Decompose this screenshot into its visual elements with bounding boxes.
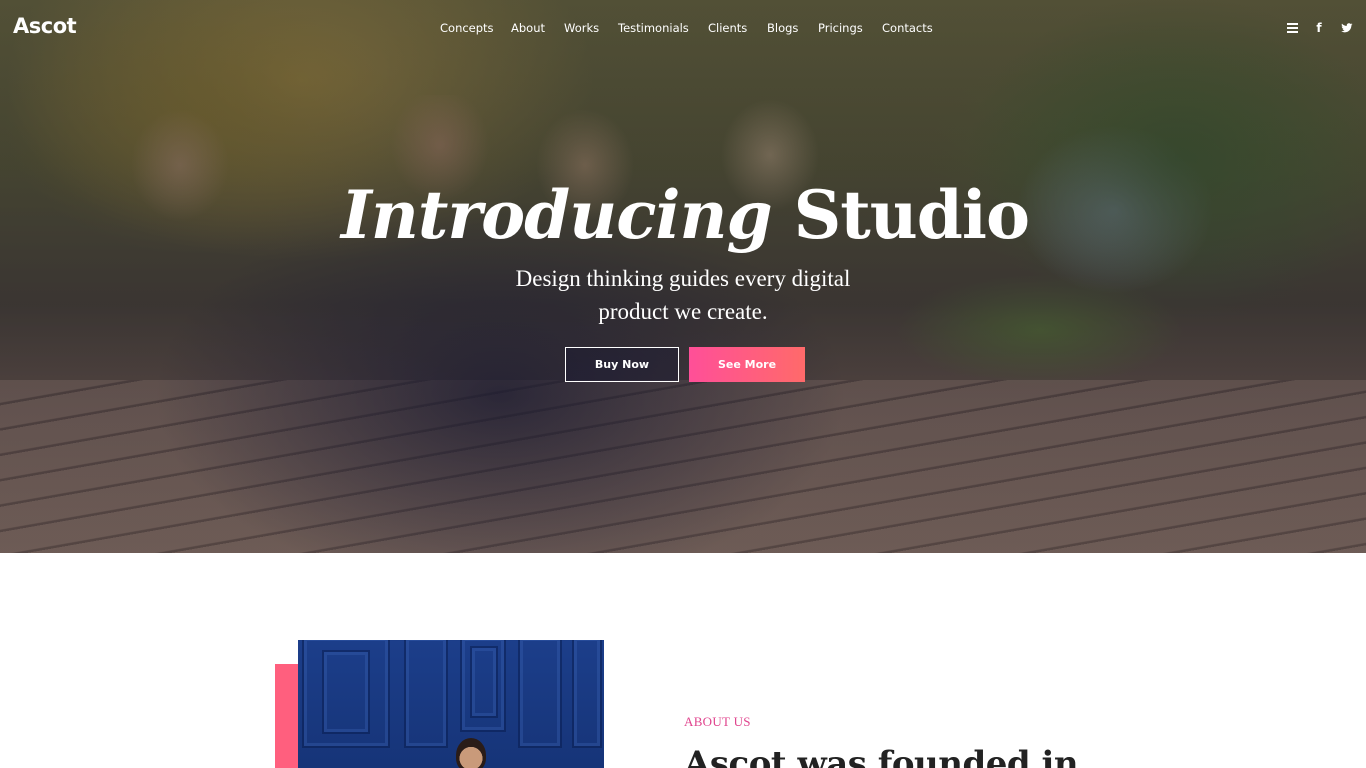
facebook-icon[interactable]: f: [1312, 21, 1326, 35]
hero-title: Introducing Studio: [0, 172, 1366, 258]
menu-icon[interactable]: [1286, 21, 1298, 35]
hero-title-italic: Introducing: [340, 176, 773, 254]
nav-item-contacts[interactable]: Contacts: [882, 20, 933, 36]
hero-subtitle: Design thinking guides every digital pro…: [515, 266, 851, 324]
see-more-button[interactable]: See More: [689, 347, 805, 382]
about-label: ABOUT US: [684, 714, 751, 729]
nav-item-works[interactable]: Works: [564, 20, 599, 36]
nav-item-about[interactable]: About: [511, 20, 545, 36]
hero-title-regular: Studio: [793, 176, 1030, 254]
nav-item-blogs[interactable]: Blogs: [767, 20, 798, 36]
main-nav: Concepts About Works Testimonials Client…: [0, 20, 1366, 36]
about-heading: Ascot was founded in: [684, 744, 1079, 768]
header-icons: f: [1286, 20, 1354, 36]
nav-item-clients[interactable]: Clients: [708, 20, 747, 36]
nav-item-concepts[interactable]: Concepts: [440, 20, 494, 36]
about-photo: [298, 640, 604, 768]
buy-now-button[interactable]: Buy Now: [565, 347, 679, 382]
about-photo-person: [456, 738, 486, 768]
nav-item-pricings[interactable]: Pricings: [818, 20, 863, 36]
twitter-icon[interactable]: [1340, 21, 1354, 35]
hero-section: Ascot Concepts About Works Testimonials …: [0, 0, 1366, 553]
nav-item-testimonials[interactable]: Testimonials: [618, 20, 689, 36]
